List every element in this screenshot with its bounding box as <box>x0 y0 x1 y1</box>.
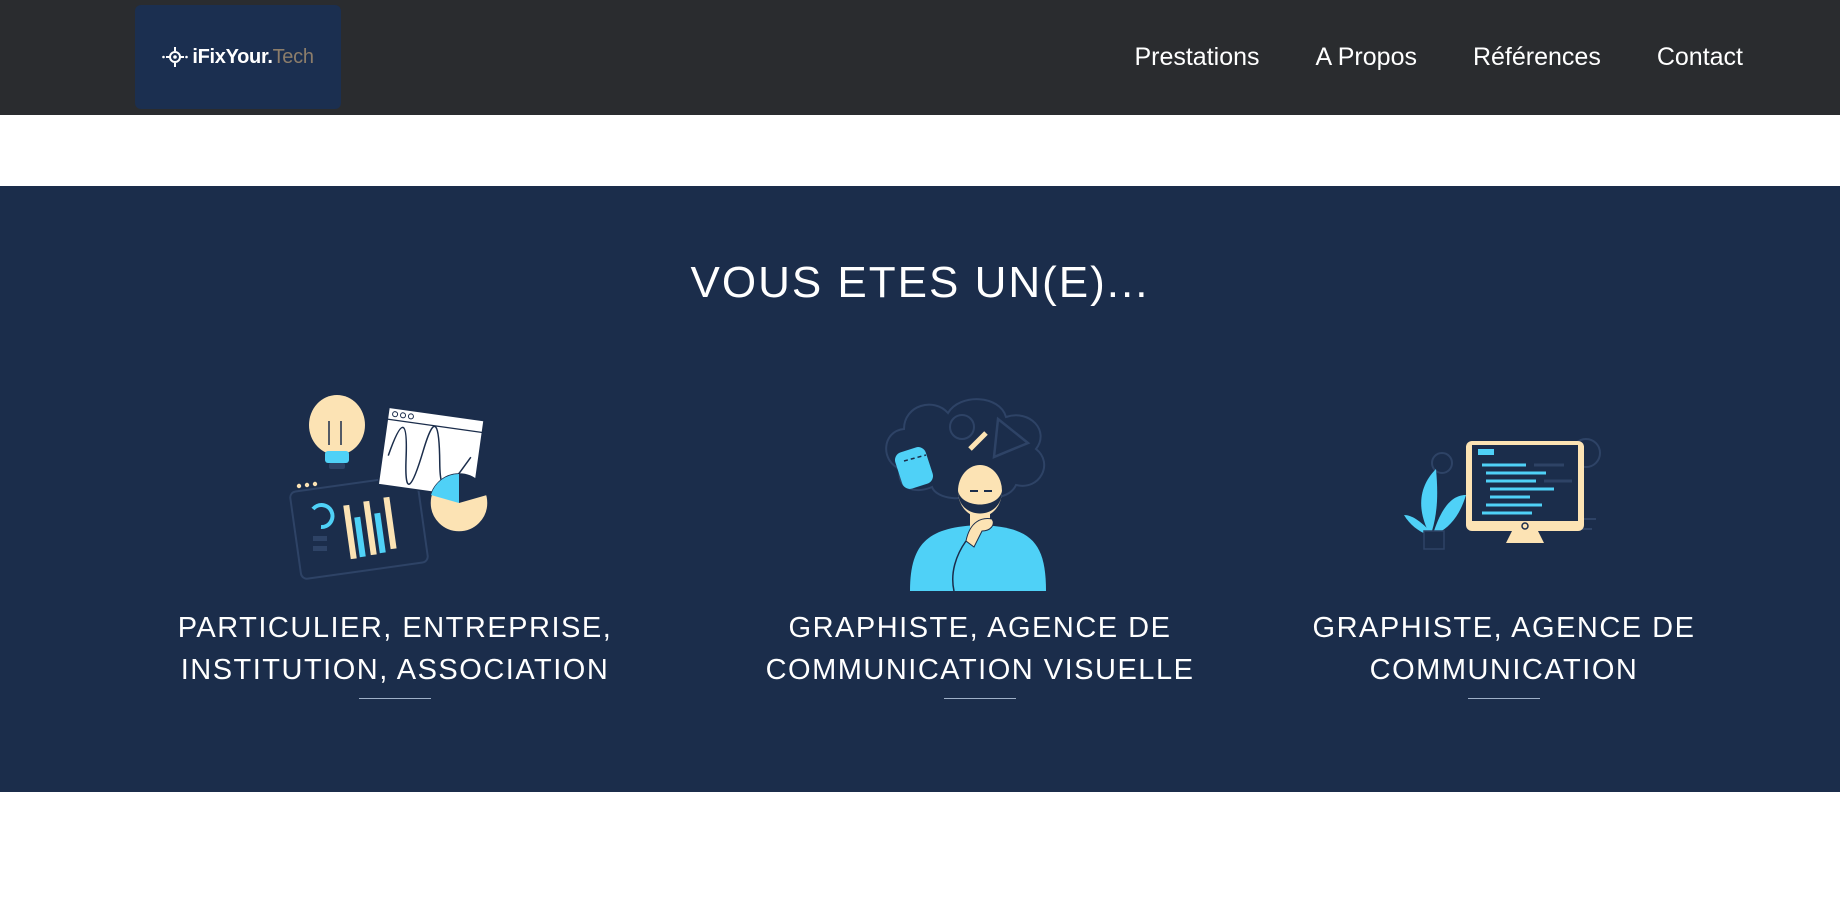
card-link-underline[interactable] <box>1468 695 1540 699</box>
site-logo[interactable]: iFixYour.Tech <box>135 5 341 109</box>
audience-section: VOUS ETES UN(E)... PARTICULIER, ENTREPRI… <box>0 186 1840 792</box>
logo-inner: iFixYour.Tech <box>162 45 314 69</box>
audience-card-title-line1: GRAPHISTE, AGENCE DE <box>788 612 1172 644</box>
audience-card-graphiste-visuelle[interactable]: GRAPHISTE, AGENCE DE COMMUNICATION VISUE… <box>700 391 1260 699</box>
code-monitor-illustration <box>1404 438 1601 550</box>
audience-card-title: GRAPHISTE, AGENCE DE COMMUNICATION VISUE… <box>720 607 1240 691</box>
audience-card-title-line2: INSTITUTION, ASSOCIATION <box>180 654 610 686</box>
audience-card-title-line1: GRAPHISTE, AGENCE DE <box>1312 612 1696 644</box>
nav-item-references[interactable]: Références <box>1473 43 1601 72</box>
site-header: iFixYour.Tech Prestations A Propos Référ… <box>0 0 1840 115</box>
audience-card-graphiste-communication[interactable]: GRAPHISTE, AGENCE DE COMMUNICATION <box>1224 391 1784 699</box>
thinking-man-illustration <box>885 398 1046 591</box>
audience-card-title-line2: COMMUNICATION <box>1369 654 1639 686</box>
card-link-underline[interactable] <box>359 695 431 699</box>
nav-item-prestations[interactable]: Prestations <box>1134 43 1259 72</box>
nav-item-a-propos[interactable]: A Propos <box>1316 43 1417 72</box>
logo-gear-icon <box>162 47 189 67</box>
card-link-underline[interactable] <box>944 695 1016 699</box>
logo-text-accent: Tech <box>272 45 314 68</box>
main-nav: Prestations A Propos Références Contact <box>1078 0 1743 115</box>
audience-card-title-line1: PARTICULIER, ENTREPRISE, <box>177 612 613 644</box>
logo-text: iFixYour.Tech <box>192 45 314 69</box>
audience-card-title-line2: COMMUNICATION VISUELLE <box>765 654 1195 686</box>
audience-card-title: PARTICULIER, ENTREPRISE, INSTITUTION, AS… <box>135 607 655 691</box>
audience-card-particulier[interactable]: PARTICULIER, ENTREPRISE, INSTITUTION, AS… <box>115 391 675 699</box>
nav-item-contact[interactable]: Contact <box>1657 43 1743 72</box>
section-title: VOUS ETES UN(E)... <box>690 258 1150 307</box>
logo-text-main: iFixYour. <box>192 45 273 68</box>
lightbulb-analytics-illustration <box>289 395 489 580</box>
audience-card-title: GRAPHISTE, AGENCE DE COMMUNICATION <box>1244 607 1764 691</box>
